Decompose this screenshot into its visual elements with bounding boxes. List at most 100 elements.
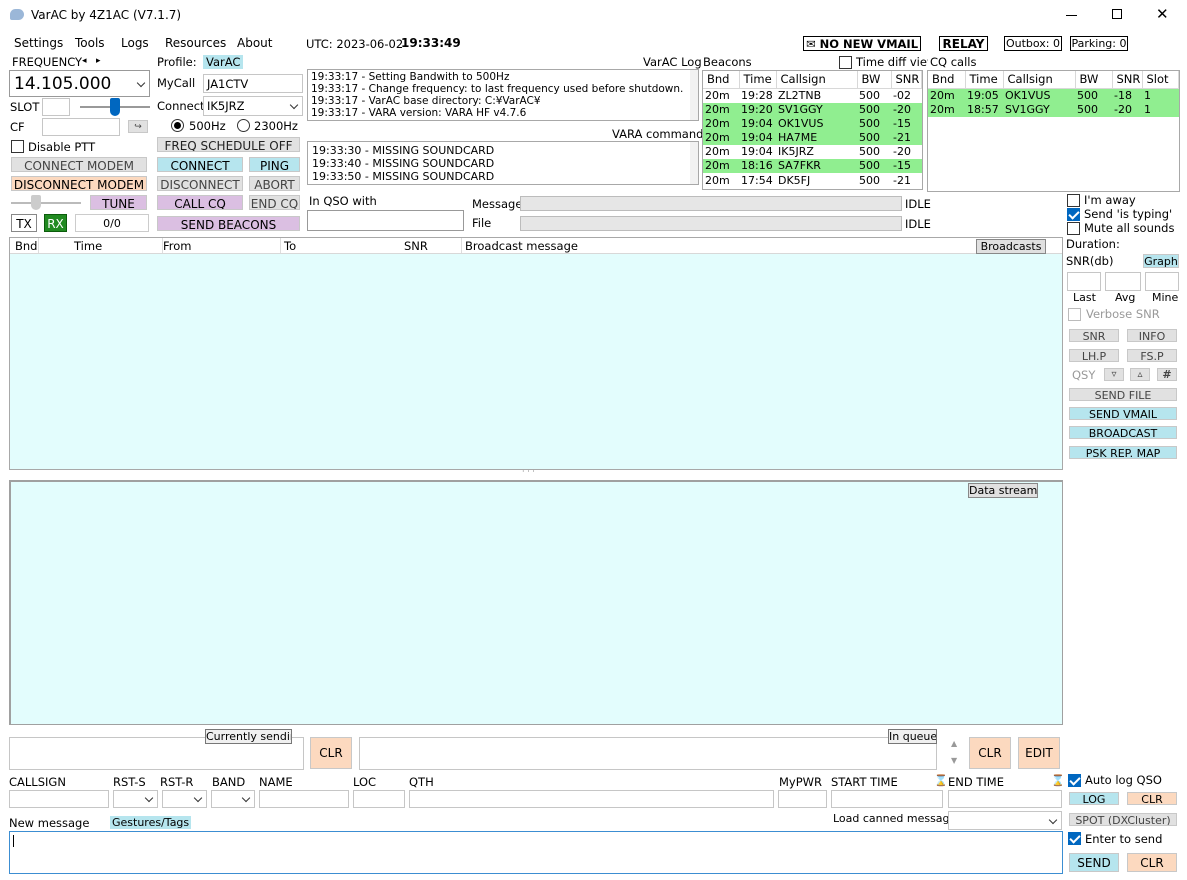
cf-input[interactable] — [42, 118, 120, 136]
mute-checkbox[interactable] — [1067, 222, 1080, 235]
start-hourglass-icon[interactable]: ⌛ — [934, 774, 948, 787]
gestures-tags-button[interactable]: Gestures/Tags — [110, 816, 192, 829]
rst-r-select[interactable] — [162, 790, 207, 808]
col-snr[interactable]: SNR — [891, 71, 922, 89]
info-button[interactable]: INFO — [1127, 329, 1177, 342]
spot-button[interactable]: SPOT (DXCluster) — [1069, 813, 1177, 826]
send-button[interactable]: SEND — [1069, 853, 1119, 872]
snr-button[interactable]: SNR — [1069, 329, 1119, 342]
end-hourglass-icon[interactable]: ⌛ — [1051, 774, 1065, 787]
maximize-icon[interactable] — [1112, 9, 1122, 19]
send-file-button[interactable]: SEND FILE — [1069, 388, 1177, 401]
psk-map-button[interactable]: PSK REP. MAP — [1069, 446, 1177, 459]
data-stream-tag[interactable]: Data stream — [968, 483, 1038, 498]
cf-apply-button[interactable]: ↪ — [128, 120, 148, 133]
abort-button[interactable]: ABORT — [249, 176, 300, 191]
menu-resources[interactable]: Resources — [165, 36, 226, 50]
col-time[interactable]: Time — [739, 71, 777, 89]
hash-button[interactable]: # — [1157, 368, 1177, 381]
col-bnd[interactable]: Bnd — [703, 71, 740, 89]
connect-modem-button[interactable]: CONNECT MODEM — [11, 157, 147, 172]
beacon-row[interactable]: 20m 18:16 SA7FKR 500 -15 — [703, 159, 922, 174]
cq-row[interactable]: 20m 19:05 OK1VUS 500 -18 1 — [928, 88, 1179, 103]
tune-slider-thumb[interactable] — [31, 195, 41, 210]
beacon-row[interactable]: 20m 19:04 OK1VUS 500 -15 — [703, 116, 922, 131]
disable-ptt-checkbox[interactable] — [11, 140, 24, 153]
beacon-row[interactable]: 20m 17:54 DK5FJ 500 -21 — [703, 173, 922, 187]
qsy-up-button[interactable]: ▵ — [1130, 368, 1150, 381]
ping-button[interactable]: PING — [249, 157, 300, 172]
pane-splitter[interactable]: · · · — [522, 467, 535, 476]
sending-clr-button[interactable]: CLR — [310, 737, 352, 769]
send-vmail-button[interactable]: SEND VMAIL — [1069, 407, 1177, 420]
close-icon[interactable]: ✕ — [1156, 5, 1169, 23]
col-bw[interactable]: BW — [1075, 71, 1113, 89]
vara-scrollbar[interactable] — [690, 142, 698, 184]
enter-to-send-checkbox[interactable] — [1068, 832, 1081, 845]
rst-s-select[interactable] — [113, 790, 158, 808]
col-snr[interactable]: SNR — [1112, 71, 1143, 89]
tx-indicator[interactable]: TX — [11, 214, 37, 232]
start-time-input[interactable] — [831, 790, 943, 808]
col-snr[interactable]: SNR — [404, 239, 428, 253]
queue-down-icon[interactable]: ▼ — [951, 756, 957, 765]
disconnect-button[interactable]: DISCONNECT — [157, 176, 243, 191]
minimize-icon[interactable] — [1066, 15, 1077, 16]
frequency-select[interactable]: 14.105.000 — [9, 70, 150, 97]
log-scrollbar[interactable] — [690, 70, 698, 120]
callsign-input[interactable] — [9, 790, 109, 808]
typing-checkbox[interactable] — [1067, 208, 1080, 221]
tune-slider-track[interactable] — [11, 202, 81, 204]
rx-indicator[interactable]: RX — [44, 214, 67, 232]
outbox-indicator[interactable]: Outbox: 0 — [1004, 36, 1062, 51]
mypwr-input[interactable] — [778, 790, 827, 808]
menu-logs[interactable]: Logs — [121, 36, 149, 50]
broadcast-button[interactable]: BROADCAST — [1069, 426, 1177, 439]
graph-button[interactable]: Graph — [1143, 254, 1179, 268]
slot-slider-thumb[interactable] — [110, 98, 120, 116]
bw-500-radio[interactable] — [171, 119, 184, 132]
parking-indicator[interactable]: Parking: 0 — [1070, 36, 1128, 51]
in-qso-input[interactable] — [307, 210, 464, 231]
col-time[interactable]: Time — [74, 239, 102, 253]
beacon-row[interactable]: 20m 19:20 SV1GGY 500 -20 — [703, 102, 922, 117]
call-cq-button[interactable]: CALL CQ — [157, 195, 243, 210]
bw-2300-radio[interactable] — [237, 119, 250, 132]
log-clr-button[interactable]: CLR — [1127, 792, 1177, 805]
auto-log-checkbox[interactable] — [1068, 774, 1081, 787]
end-cq-button[interactable]: END CQ — [249, 195, 300, 210]
col-from[interactable]: From — [163, 239, 192, 253]
freq-right-icon[interactable]: ▸ — [96, 56, 101, 66]
col-to[interactable]: To — [284, 239, 296, 253]
qsy-down-button[interactable]: ▿ — [1104, 368, 1124, 381]
queue-edit-button[interactable]: EDIT — [1018, 737, 1060, 769]
menu-settings[interactable]: Settings — [14, 36, 63, 50]
disconnect-modem-button[interactable]: DISCONNECT MODEM — [11, 176, 147, 191]
verbose-checkbox[interactable] — [1068, 308, 1081, 321]
col-bnd[interactable]: Bnd — [15, 239, 37, 253]
band-select[interactable] — [211, 790, 255, 808]
beacon-row[interactable]: 20m 19:28 ZL2TNB 500 -02 — [703, 88, 922, 103]
canned-message-select[interactable] — [948, 811, 1062, 830]
cq-row[interactable]: 20m 18:57 SV1GGY 500 -20 1 — [928, 102, 1179, 117]
data-stream-pane[interactable]: Data stream — [9, 480, 1063, 725]
log-button[interactable]: LOG — [1069, 792, 1119, 805]
col-bw[interactable]: BW — [857, 71, 892, 89]
broadcasts-tag[interactable]: Broadcasts — [976, 239, 1046, 254]
profile-value[interactable]: VarAC — [203, 55, 244, 69]
beacon-row[interactable]: 20m 19:04 IK5JRZ 500 -20 — [703, 145, 922, 159]
col-message[interactable]: Broadcast message — [465, 239, 578, 253]
slot-input[interactable] — [42, 98, 70, 116]
message-clr-button[interactable]: CLR — [1127, 853, 1177, 872]
menu-tools[interactable]: Tools — [75, 36, 105, 50]
new-message-input[interactable] — [9, 831, 1063, 874]
fsp-button[interactable]: FS.P — [1127, 349, 1177, 362]
send-beacons-button[interactable]: SEND BEACONS — [157, 216, 300, 231]
beacon-row[interactable]: 20m 19:04 HA7ME 500 -21 — [703, 130, 922, 146]
away-checkbox[interactable] — [1067, 194, 1080, 207]
col-callsign[interactable]: Callsign — [776, 71, 858, 89]
end-time-input[interactable] — [948, 790, 1062, 808]
mycall-input[interactable]: JA1CTV — [203, 74, 303, 93]
freq-schedule-button[interactable]: FREQ SCHEDULE OFF — [157, 137, 300, 152]
vmail-indicator[interactable]: ✉ NO NEW VMAIL — [803, 36, 921, 51]
